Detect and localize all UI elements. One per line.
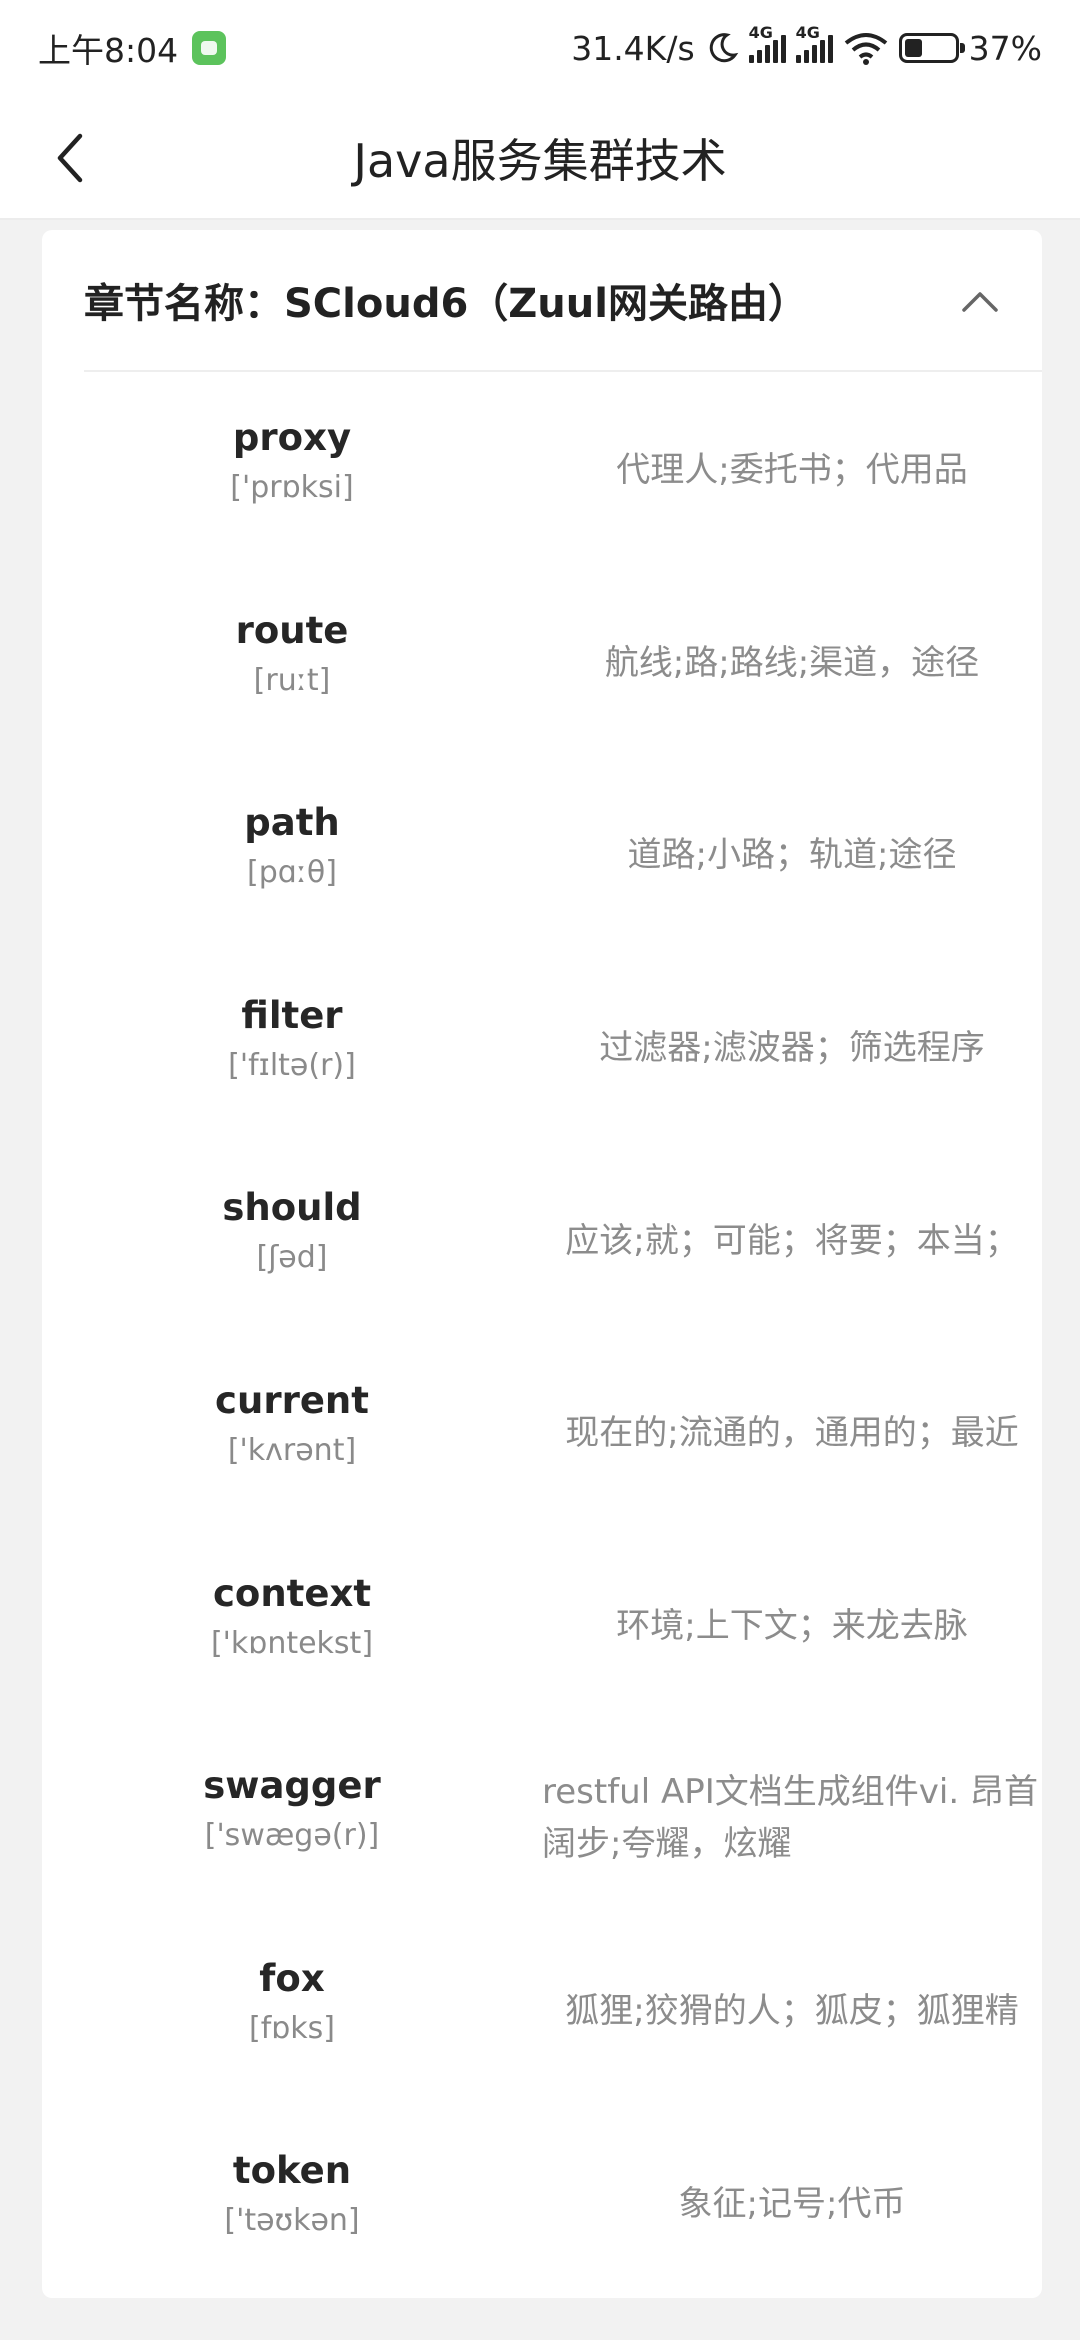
word-meaning: 狐狸;狡猾的人；狐皮；狐狸精 bbox=[565, 1991, 1019, 2032]
word-meaning: restful API文档生成组件vi. 昂首阔步;夸耀，炫耀 bbox=[542, 1772, 1038, 1865]
moon-icon bbox=[709, 33, 738, 63]
word-meaning: 象征;记号;代币 bbox=[678, 2183, 906, 2224]
status-time: 上午8:04 bbox=[38, 31, 179, 70]
status-left: 上午8:04 bbox=[38, 24, 227, 72]
chapter-header[interactable]: 章节名称：SCloud6（Zuul网关路由） bbox=[84, 230, 1042, 372]
word-meaning: 道路;小路；轨道;途径 bbox=[627, 835, 957, 876]
signal-icon-1: 4G bbox=[748, 23, 786, 63]
word-row[interactable]: current ['kʌrənt] 现在的;流通的，通用的；最近 bbox=[42, 1337, 1042, 1530]
word-phonetic: ['təʊkən] bbox=[224, 2203, 360, 2239]
word-row[interactable]: swagger ['swægə(r)] restful API文档生成组件vi.… bbox=[42, 1722, 1042, 1915]
chapter-title: 章节名称：SCloud6（Zuul网关路由） bbox=[84, 281, 808, 327]
word-row[interactable]: proxy ['prɒksi] 代理人;委托书；代用品 bbox=[42, 374, 1042, 567]
signal-icon-2: 4G bbox=[795, 23, 833, 63]
word-phonetic: [pɑːθ] bbox=[247, 855, 337, 891]
battery-level: 37% bbox=[968, 28, 1042, 68]
word-row[interactable]: should [ʃəd] 应该;就；可能；将要；本当； bbox=[42, 1144, 1042, 1337]
word-row[interactable]: fox [fɒks] 狐狸;狡猾的人；狐皮；狐狸精 bbox=[42, 1915, 1042, 2108]
network-type-1: 4G bbox=[748, 23, 773, 42]
word-text: path bbox=[244, 801, 340, 845]
word-text: filter bbox=[241, 993, 343, 1037]
chevron-up-icon[interactable] bbox=[958, 280, 1002, 324]
word-entry: token ['təʊkən] bbox=[42, 2147, 542, 2243]
battery-icon bbox=[898, 33, 965, 63]
word-entry: current ['kʌrənt] bbox=[42, 1377, 542, 1473]
chapter-card: 章节名称：SCloud6（Zuul网关路由） proxy ['prɒksi] 代… bbox=[42, 230, 1042, 2298]
status-bar: 上午8:04 31.4K/s 4G 4G 37% bbox=[0, 0, 1080, 96]
word-meaning: 现在的;流通的，通用的；最近 bbox=[565, 1413, 1019, 1454]
word-text: should bbox=[222, 1186, 362, 1230]
word-row[interactable]: path [pɑːθ] 道路;小路；轨道;途径 bbox=[42, 759, 1042, 952]
word-text: route bbox=[235, 608, 349, 652]
word-entry: swagger ['swægə(r)] bbox=[42, 1762, 542, 1858]
word-entry: proxy ['prɒksi] bbox=[42, 414, 542, 510]
word-phonetic: ['prɒksi] bbox=[230, 470, 354, 505]
word-text: current bbox=[215, 1378, 369, 1422]
word-meaning: 应该;就；可能；将要；本当； bbox=[565, 1220, 1019, 1261]
page-title: Java服务集群技术 bbox=[353, 134, 727, 188]
word-phonetic: ['kʌrənt] bbox=[227, 1432, 357, 1468]
word-phonetic: [ruːt] bbox=[253, 662, 331, 698]
word-text: fox bbox=[259, 1956, 325, 2000]
network-type-2: 4G bbox=[795, 23, 820, 42]
word-phonetic: ['kɒntekst] bbox=[210, 1625, 374, 1661]
word-phonetic: ['swægə(r)] bbox=[204, 1818, 380, 1854]
status-right: 31.4K/s 4G 4G 37% bbox=[571, 23, 1042, 68]
word-entry: path [pɑːθ] bbox=[42, 799, 542, 895]
word-entry: fox [fɒks] bbox=[42, 1955, 542, 2051]
word-row[interactable]: token ['təʊkən] 象征;记号;代币 bbox=[42, 2107, 1042, 2300]
app-header: Java服务集群技术 bbox=[0, 96, 1080, 220]
word-phonetic: ['fɪltə(r)] bbox=[228, 1047, 356, 1083]
word-entry: filter ['fɪltə(r)] bbox=[42, 992, 542, 1088]
word-text: token bbox=[232, 2149, 352, 2193]
network-speed: 31.4K/s bbox=[571, 28, 695, 68]
word-meaning: 航线;路;路线;渠道，途径 bbox=[604, 642, 980, 683]
word-text: context bbox=[212, 1571, 372, 1615]
word-text: proxy bbox=[232, 416, 352, 459]
word-row[interactable]: route [ruːt] 航线;路;路线;渠道，途径 bbox=[42, 567, 1042, 760]
word-meaning: 过滤器;滤波器；筛选程序 bbox=[599, 1028, 985, 1069]
word-text: swagger bbox=[203, 1764, 381, 1808]
word-row[interactable]: context ['kɒntekst] 环境;上下文；来龙去脉 bbox=[42, 1530, 1042, 1723]
word-entry: context ['kɒntekst] bbox=[42, 1570, 542, 1666]
word-list: proxy ['prɒksi] 代理人;委托书；代用品 route [ruːt]… bbox=[42, 374, 1042, 2300]
word-phonetic: [fɒks] bbox=[248, 2010, 335, 2046]
word-entry: should [ʃəd] bbox=[42, 1184, 542, 1280]
app-notification-icon bbox=[192, 31, 227, 65]
word-meaning: 代理人;委托书；代用品 bbox=[616, 450, 968, 491]
word-entry: route [ruːt] bbox=[42, 607, 542, 703]
word-row[interactable]: filter ['fɪltə(r)] 过滤器;滤波器；筛选程序 bbox=[42, 952, 1042, 1145]
wifi-icon bbox=[844, 33, 887, 65]
word-phonetic: [ʃəd] bbox=[256, 1240, 328, 1276]
word-meaning: 环境;上下文；来龙去脉 bbox=[616, 1605, 968, 1646]
